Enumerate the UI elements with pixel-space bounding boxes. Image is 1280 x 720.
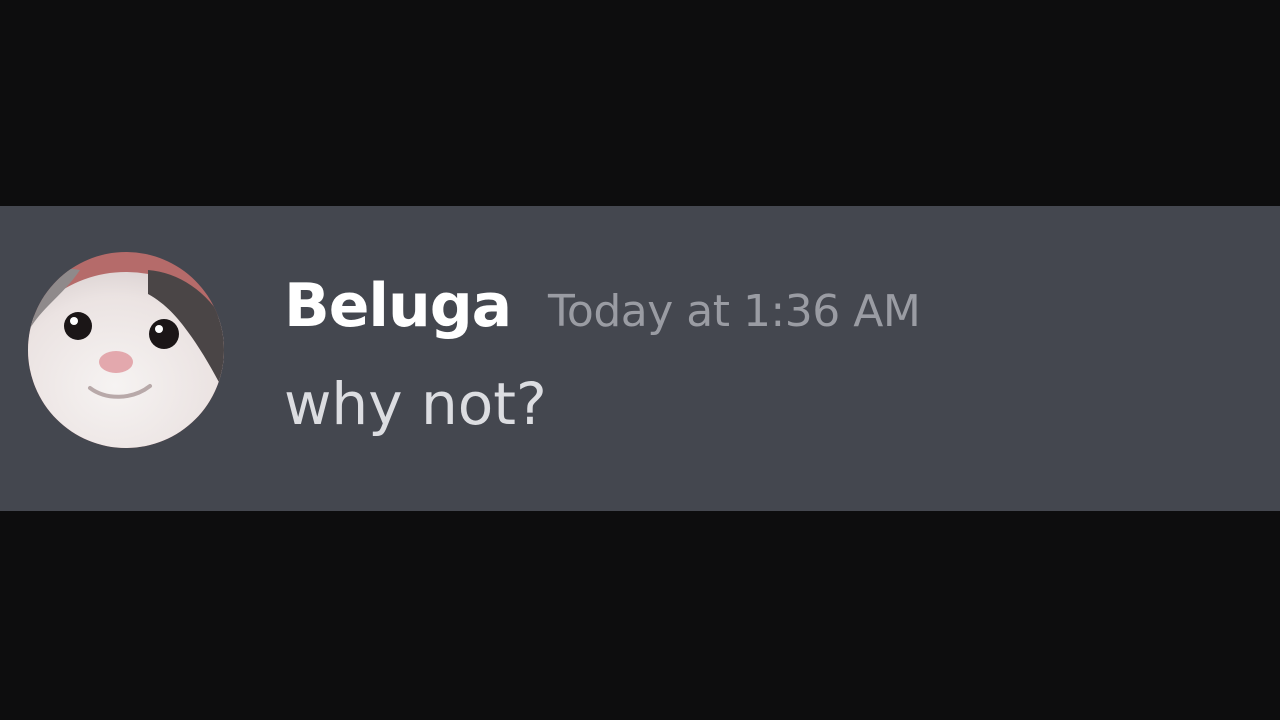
screen: Beluga Today at 1:36 AM why not? [0, 0, 1280, 720]
chat-message[interactable]: Beluga Today at 1:36 AM why not? [0, 206, 1280, 511]
message-content: why not? [284, 370, 547, 438]
username[interactable]: Beluga [284, 266, 512, 346]
message-timestamp[interactable]: Today at 1:36 AM [548, 272, 921, 352]
beluga-cat-avatar-icon[interactable] [28, 252, 224, 448]
